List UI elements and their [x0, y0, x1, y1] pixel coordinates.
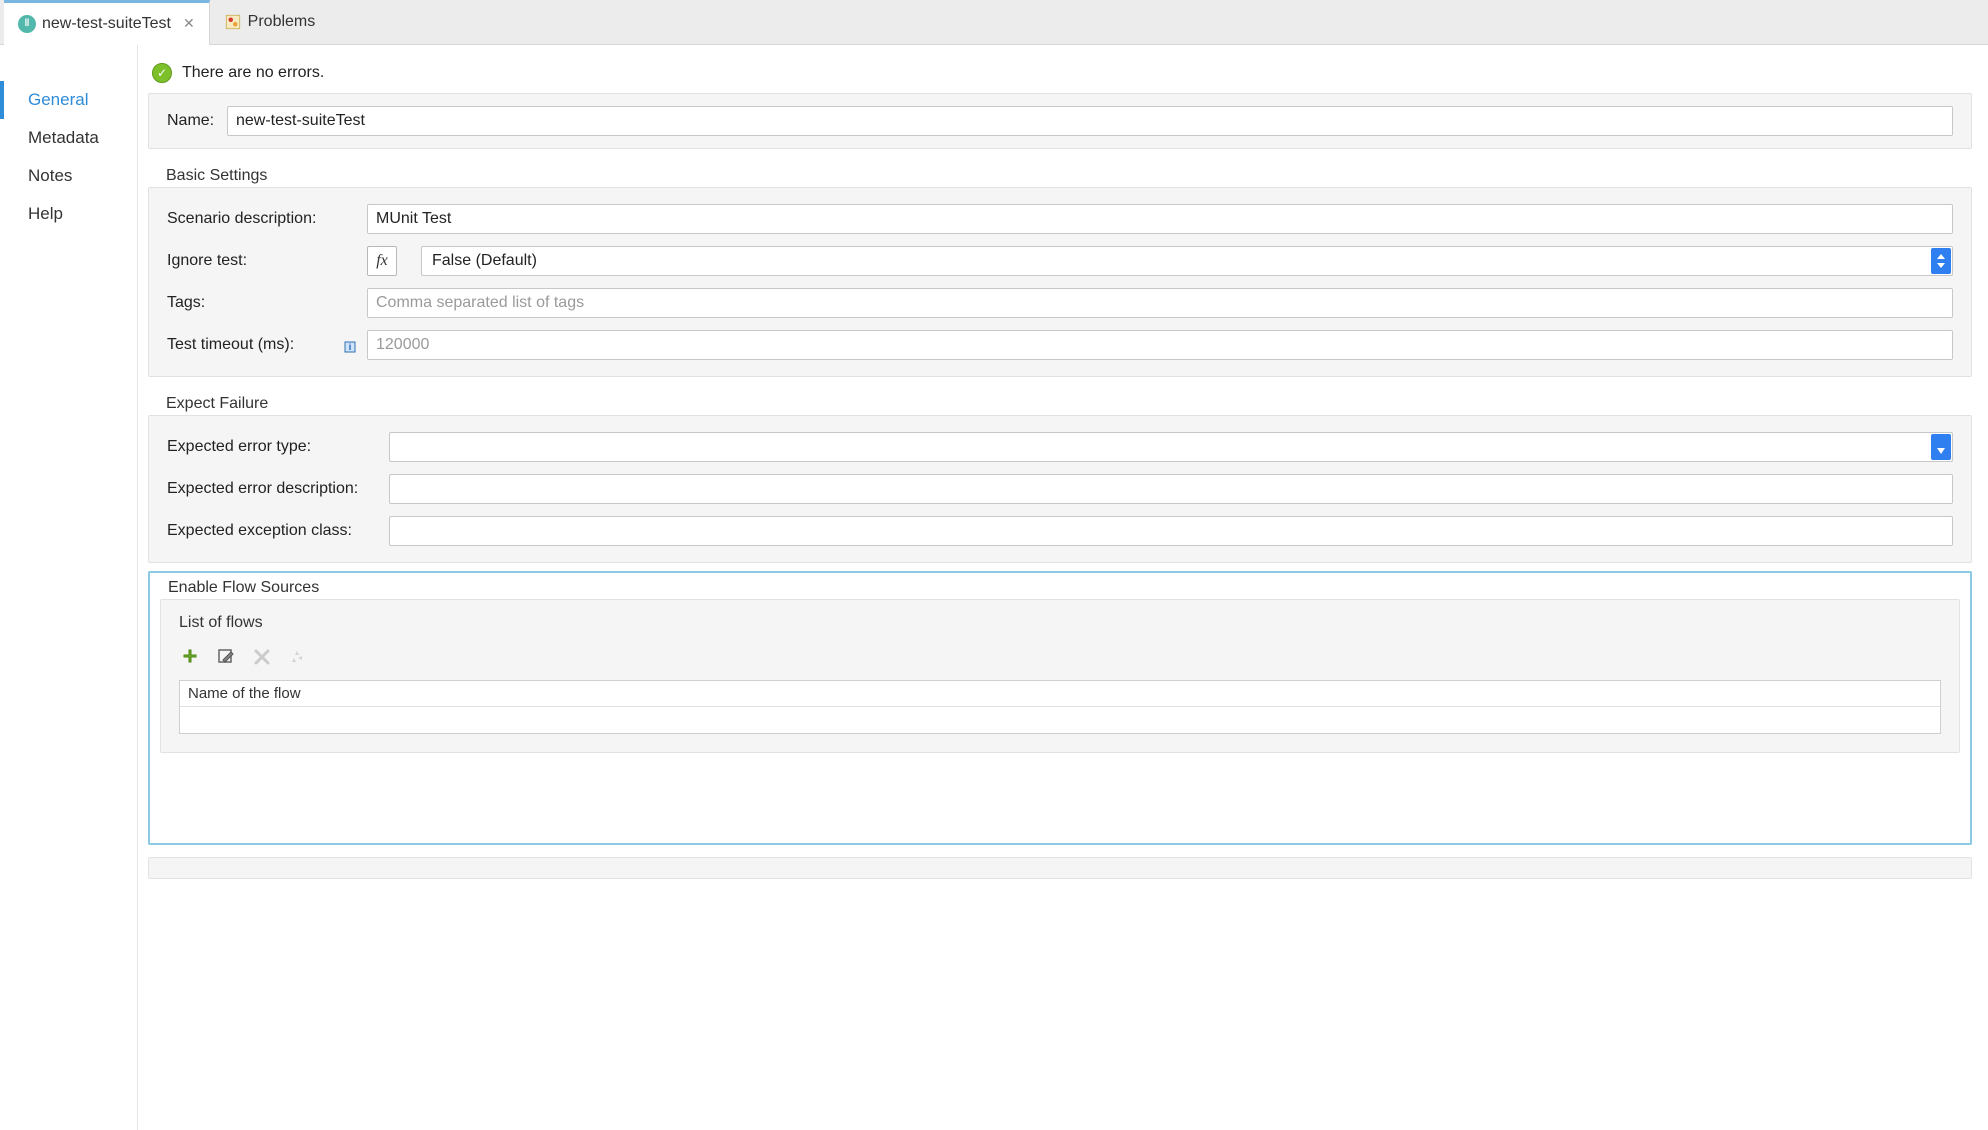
- name-label: Name:: [167, 112, 227, 130]
- tags-input[interactable]: [367, 288, 1953, 318]
- section-header-flow: Enable Flow Sources: [168, 579, 1960, 597]
- error-desc-label: Expected error description:: [167, 480, 389, 498]
- tab-label: Problems: [248, 13, 316, 31]
- exception-class-input[interactable]: [389, 516, 1953, 546]
- tags-label: Tags:: [167, 294, 367, 312]
- flow-table-body: [180, 707, 1940, 731]
- scenario-desc-input[interactable]: [367, 204, 1953, 234]
- flow-list-label: List of flows: [179, 614, 1941, 632]
- flow-table-header: Name of the flow: [180, 681, 1940, 707]
- sidebar-item-label: Help: [28, 204, 63, 223]
- munit-file-icon: ǁ: [18, 15, 36, 33]
- add-flow-button[interactable]: [179, 646, 201, 668]
- timeout-input[interactable]: [367, 330, 1953, 360]
- timeout-label: Test timeout (ms):: [167, 336, 294, 354]
- sidebar-item-help[interactable]: Help: [0, 195, 137, 233]
- error-type-label: Expected error type:: [167, 438, 389, 456]
- error-type-dropdown[interactable]: [389, 432, 1953, 462]
- configure-flow-button: [287, 646, 309, 668]
- sidebar-item-label: Metadata: [28, 128, 99, 147]
- expect-failure-panel: Expected error type: Expected error desc…: [148, 415, 1972, 563]
- scenario-desc-label: Scenario description:: [167, 210, 367, 228]
- status-message: There are no errors.: [182, 64, 324, 82]
- dropdown-value: False (Default): [432, 252, 537, 270]
- svg-text:i: i: [349, 342, 352, 352]
- sidebar-item-metadata[interactable]: Metadata: [0, 119, 137, 157]
- flow-sources-panel: Enable Flow Sources List of flows: [148, 571, 1972, 845]
- exception-class-label: Expected exception class:: [167, 522, 389, 540]
- error-desc-input[interactable]: [389, 474, 1953, 504]
- name-panel: Name:: [148, 93, 1972, 149]
- edit-flow-button[interactable]: [215, 646, 237, 668]
- delete-flow-button: [251, 646, 273, 668]
- dropdown-arrow-icon: [1931, 248, 1951, 274]
- sidebar-item-notes[interactable]: Notes: [0, 157, 137, 195]
- tab-test-suite[interactable]: ǁ new-test-suiteTest ✕: [4, 0, 210, 44]
- status-bar: ✓ There are no errors.: [152, 63, 1972, 83]
- content: ✓ There are no errors. Name: Basic Setti…: [138, 45, 1988, 1130]
- fx-expression-button[interactable]: fx: [367, 246, 397, 276]
- sidebar-item-label: General: [28, 90, 88, 109]
- tab-problems[interactable]: Problems: [210, 0, 330, 44]
- flow-table[interactable]: Name of the flow: [179, 680, 1941, 734]
- tabbar: ǁ new-test-suiteTest ✕ Problems: [0, 0, 1988, 45]
- footer-panel: [148, 857, 1972, 879]
- check-icon: ✓: [152, 63, 172, 83]
- sidebar-item-general[interactable]: General: [0, 81, 137, 119]
- problems-icon: [224, 13, 242, 31]
- flow-toolbar: [179, 646, 1941, 668]
- name-input[interactable]: [227, 106, 1953, 136]
- close-icon[interactable]: ✕: [183, 15, 195, 32]
- section-header-basic: Basic Settings: [166, 167, 1972, 185]
- section-header-expect: Expect Failure: [166, 395, 1972, 413]
- sidebar-item-label: Notes: [28, 166, 72, 185]
- sidebar: General Metadata Notes Help: [0, 45, 138, 1130]
- info-icon[interactable]: i: [343, 340, 357, 354]
- ignore-test-label: Ignore test:: [167, 252, 367, 270]
- tab-label: new-test-suiteTest: [42, 15, 171, 33]
- dropdown-arrow-icon: [1931, 434, 1951, 460]
- basic-settings-panel: Scenario description: Ignore test: fx Fa…: [148, 187, 1972, 377]
- ignore-test-dropdown[interactable]: False (Default): [421, 246, 1953, 276]
